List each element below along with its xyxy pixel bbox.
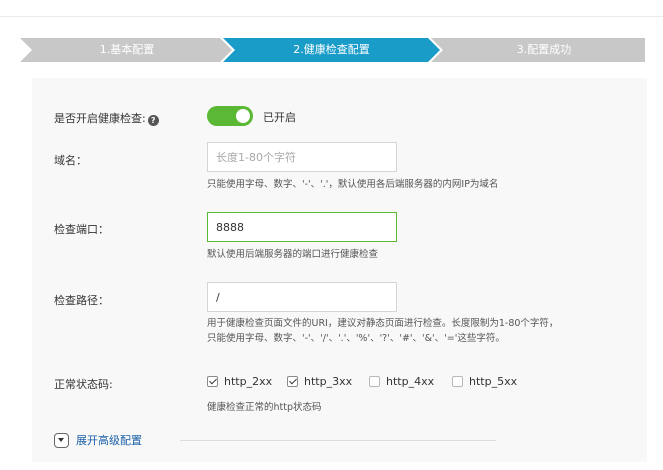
chevron-down-icon[interactable] <box>54 432 69 448</box>
checkbox-label: http_3xx <box>304 375 353 388</box>
path-hint-line-1: 用于健康检查页面文件的URI，建议对静态页面进行检查。长度限制为1-80个字符， <box>207 318 559 329</box>
status-code-hint: 健康检查正常的http状态码 <box>207 402 322 413</box>
checkbox-label: http_2xx <box>224 375 273 388</box>
checkbox-label: http_5xx <box>469 375 518 388</box>
question-circle-icon[interactable]: ? <box>147 115 159 126</box>
port-input[interactable] <box>207 212 397 242</box>
checkbox-box[interactable] <box>452 376 463 387</box>
checkbox-http-3xx[interactable]: http_3xx <box>287 375 352 388</box>
checkbox-http-2xx[interactable]: http_2xx <box>207 375 272 388</box>
checkbox-http-4xx[interactable]: http_4xx <box>369 375 434 388</box>
checkbox-box[interactable] <box>207 376 218 387</box>
path-label: 检查路径： <box>54 294 109 307</box>
status-code-label: 正常状态码: <box>54 378 113 391</box>
domain-label: 域名： <box>54 154 87 167</box>
advanced-config-link[interactable]: 展开高级配置 <box>76 432 142 448</box>
checkbox-http-5xx[interactable]: http_5xx <box>452 375 517 388</box>
health-check-toggle[interactable] <box>207 106 253 126</box>
path-hint-line-2: 只能使用字母、数字、'-'、'/'、'.'、'%'、'?'、'#'、'&'、'=… <box>207 333 505 344</box>
step-2-label: 2.健康检查配置 <box>293 43 370 56</box>
port-hint: 默认使用后端服务器的端口进行健康检查 <box>207 249 379 260</box>
domain-hint: 只能使用字母、数字、'-'、'.'，默认使用各后端服务器的内网IP为域名 <box>207 179 499 190</box>
toggle-knob <box>236 109 250 123</box>
health-check-status: 已开启 <box>263 111 296 124</box>
top-divider <box>0 16 663 17</box>
advanced-config-toggle[interactable]: 展开高级配置 <box>54 432 142 448</box>
health-check-label-row: 是否开启健康检查:? <box>54 110 159 126</box>
checkbox-label: http_4xx <box>386 375 435 388</box>
path-input[interactable] <box>207 282 397 312</box>
health-check-label: 是否开启健康检查: <box>54 112 146 125</box>
checkbox-box[interactable] <box>287 376 298 387</box>
checkbox-box[interactable] <box>369 376 380 387</box>
step-1-label: 1.基本配置 <box>99 43 155 56</box>
step-3-label: 3.配置成功 <box>516 43 572 56</box>
port-label: 检查端口： <box>54 223 109 236</box>
step-progress: 1.基本配置 2.健康检查配置 3.配置成功 <box>20 38 645 62</box>
advanced-divider <box>180 440 496 441</box>
domain-input[interactable] <box>207 142 397 172</box>
form-panel <box>32 78 647 462</box>
